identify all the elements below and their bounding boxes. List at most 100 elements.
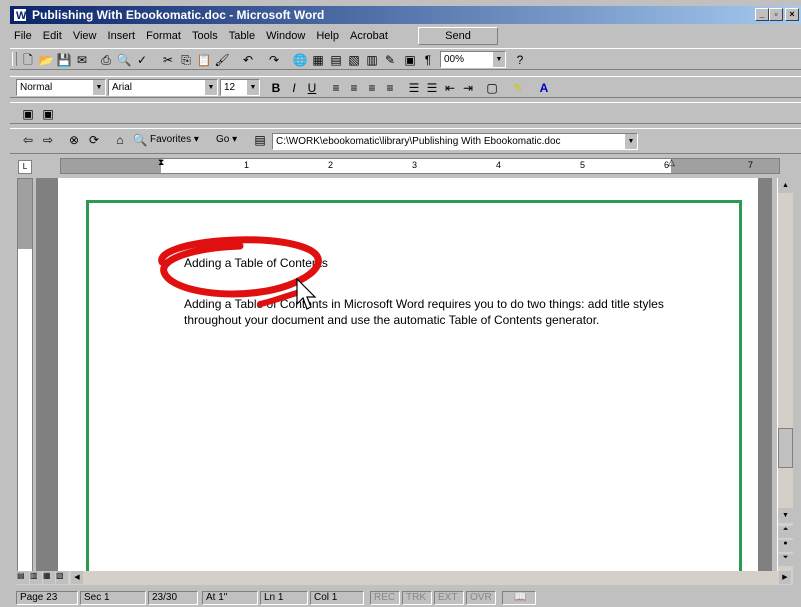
menu-window[interactable]: Window: [262, 26, 309, 46]
spelling-status-icon[interactable]: 📖: [502, 591, 536, 605]
drawing-icon[interactable]: ✎: [382, 52, 398, 68]
zoom-select[interactable]: 00% ▼: [440, 51, 506, 68]
menu-file[interactable]: File: [10, 26, 36, 46]
horizontal-ruler[interactable]: ⧗ 1 2 3 4 5 6 7 △: [60, 157, 780, 174]
justify-icon[interactable]: ≡: [382, 80, 398, 96]
format-painter-icon[interactable]: 🖌: [214, 52, 230, 68]
select-browse-object-icon[interactable]: ●: [778, 540, 793, 552]
columns-icon[interactable]: ▥: [364, 52, 380, 68]
align-left-icon[interactable]: ≡: [328, 80, 344, 96]
scroll-left-icon[interactable]: ◀: [71, 571, 83, 584]
stop-icon[interactable]: ⊗: [66, 132, 82, 148]
undo-icon[interactable]: ↶: [240, 52, 256, 68]
scroll-thumb[interactable]: [778, 428, 793, 468]
status-ext[interactable]: EXT: [434, 591, 464, 605]
normal-view-icon[interactable]: ▤: [17, 571, 29, 584]
chevron-down-icon[interactable]: ▼: [92, 80, 105, 95]
underline-icon[interactable]: U: [304, 80, 320, 96]
bold-icon[interactable]: B: [268, 80, 284, 96]
bullets-icon[interactable]: ☰: [424, 80, 440, 96]
scroll-right-icon[interactable]: ▶: [779, 571, 791, 584]
vertical-scrollbar[interactable]: ▲ ▼ ⏶ ● ⏷: [777, 178, 793, 573]
favorites-menu[interactable]: Favorites ▾: [150, 132, 199, 148]
restore-button[interactable]: ▫: [769, 8, 783, 21]
document-page[interactable]: Adding a Table of Contents Adding a Tabl…: [58, 178, 758, 573]
align-right-icon[interactable]: ≡: [364, 80, 380, 96]
redo-icon[interactable]: ↷: [266, 52, 282, 68]
outline-view-icon[interactable]: ▧: [56, 571, 68, 584]
next-page-icon[interactable]: ⏷: [778, 554, 793, 566]
back-icon[interactable]: ⇦: [20, 132, 36, 148]
toolbar-button-icon[interactable]: ▣: [20, 106, 36, 122]
chevron-down-icon[interactable]: ▼: [246, 80, 259, 95]
tables-borders-icon[interactable]: ▦: [310, 52, 326, 68]
tab-selector[interactable]: L: [18, 160, 32, 174]
menu-edit[interactable]: Edit: [39, 26, 66, 46]
borders-icon[interactable]: ▢: [484, 80, 500, 96]
font-size-select[interactable]: 12 ▼: [220, 79, 260, 96]
hyperlink-icon[interactable]: 🌐: [292, 52, 308, 68]
document-map-icon[interactable]: ▣: [402, 52, 418, 68]
go-menu[interactable]: Go ▾: [216, 132, 237, 148]
increase-indent-icon[interactable]: ⇥: [460, 80, 476, 96]
copy-icon[interactable]: ⎘: [178, 52, 194, 68]
minimize-button[interactable]: _: [755, 8, 769, 21]
document-heading[interactable]: Adding a Table of Contents: [184, 256, 328, 270]
align-center-icon[interactable]: ≡: [346, 80, 362, 96]
right-indent-marker[interactable]: △: [668, 157, 675, 168]
horizontal-scrollbar[interactable]: ▤ ▥ ▦ ▧ ◀ ▶: [17, 571, 793, 585]
word-app-icon[interactable]: [13, 7, 27, 24]
menu-table[interactable]: Table: [225, 26, 259, 46]
scroll-down-icon[interactable]: ▼: [778, 508, 793, 523]
search-web-icon[interactable]: 🔍: [132, 132, 148, 148]
show-hide-icon[interactable]: ¶: [420, 52, 436, 68]
close-button[interactable]: ×: [785, 8, 799, 21]
document-area[interactable]: Adding a Table of Contents Adding a Tabl…: [36, 178, 772, 573]
refresh-icon[interactable]: ⟳: [86, 132, 102, 148]
insert-excel-icon[interactable]: ▧: [346, 52, 362, 68]
menu-format[interactable]: Format: [142, 26, 185, 46]
menu-tools[interactable]: Tools: [188, 26, 222, 46]
email-icon[interactable]: ✉: [74, 52, 90, 68]
menu-help[interactable]: Help: [312, 26, 343, 46]
print-layout-icon[interactable]: ▦: [43, 571, 55, 584]
web-layout-icon[interactable]: ▥: [30, 571, 42, 584]
save-icon[interactable]: 💾: [56, 52, 72, 68]
vertical-ruler[interactable]: [17, 178, 33, 573]
spelling-icon[interactable]: ✓: [134, 52, 150, 68]
chevron-down-icon[interactable]: ▼: [204, 80, 217, 95]
print-icon[interactable]: ⎙: [98, 52, 114, 68]
indent-marker[interactable]: ⧗: [158, 157, 164, 168]
chevron-down-icon[interactable]: ▼: [492, 52, 505, 67]
menu-insert[interactable]: Insert: [104, 26, 140, 46]
scroll-up-icon[interactable]: ▲: [778, 178, 793, 193]
font-color-icon[interactable]: A: [536, 80, 552, 96]
toolbar-button-icon[interactable]: ▣: [40, 106, 56, 122]
home-icon[interactable]: ⌂: [112, 132, 128, 148]
toolbar-grip[interactable]: [12, 52, 17, 66]
help-icon[interactable]: ?: [512, 52, 528, 68]
previous-page-icon[interactable]: ⏶: [778, 526, 793, 538]
decrease-indent-icon[interactable]: ⇤: [442, 80, 458, 96]
status-trk[interactable]: TRK: [402, 591, 432, 605]
show-web-toolbar-icon[interactable]: ▤: [252, 132, 268, 148]
document-paragraph[interactable]: Adding a Table of Contents in Microsoft …: [184, 296, 694, 328]
menu-view[interactable]: View: [69, 26, 101, 46]
paste-icon[interactable]: 📋: [196, 52, 212, 68]
chevron-down-icon[interactable]: ▼: [624, 134, 637, 149]
cut-icon[interactable]: ✂: [160, 52, 176, 68]
numbering-icon[interactable]: ☰: [406, 80, 422, 96]
italic-icon[interactable]: I: [286, 80, 302, 96]
menu-acrobat[interactable]: Acrobat: [346, 26, 392, 46]
style-select[interactable]: Normal ▼: [16, 79, 106, 96]
print-preview-icon[interactable]: 🔍: [116, 52, 132, 68]
insert-table-icon[interactable]: ▤: [328, 52, 344, 68]
highlight-icon[interactable]: ✎: [510, 80, 526, 96]
status-rec[interactable]: REC: [370, 591, 400, 605]
font-select[interactable]: Arial ▼: [108, 79, 218, 96]
forward-icon[interactable]: ⇨: [40, 132, 56, 148]
open-folder-icon[interactable]: 📂: [38, 52, 54, 68]
new-document-icon[interactable]: 🗋: [20, 52, 36, 68]
address-field[interactable]: C:\WORK\ebookomatic\library\Publishing W…: [272, 133, 638, 150]
status-ovr[interactable]: OVR: [466, 591, 496, 605]
